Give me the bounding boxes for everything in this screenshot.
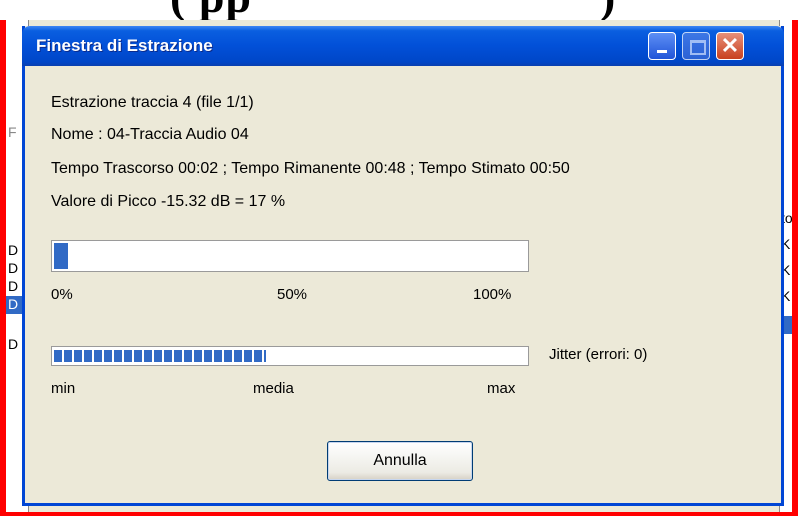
background-banner: ( pp ) [0, 0, 798, 20]
bg-fragment: F [8, 124, 17, 140]
progress-label-max: 100% [473, 286, 512, 303]
jitter-label-mid: media [253, 380, 294, 397]
bg-fragment: D [8, 242, 19, 258]
track-status: Estrazione traccia 4 (file 1/1) [51, 94, 254, 111]
close-icon: ✕ [720, 33, 740, 58]
banner-text-right: ) [600, 0, 616, 20]
maximize-button [682, 32, 710, 60]
banner-text: ( pp [170, 0, 252, 20]
dialog-title: Finestra di Estrazione [36, 36, 213, 55]
extraction-progress-bar [51, 240, 529, 272]
bg-fragment: D [8, 260, 19, 276]
track-name: Nome : 04-Traccia Audio 04 [51, 126, 249, 143]
peak-value: Valore di Picco -15.32 dB = 17 % [51, 193, 286, 210]
time-status: Tempo Trascorso 00:02 ; Tempo Rimanente … [51, 160, 570, 177]
title-bar[interactable]: Finestra di Estrazione ✕ [22, 26, 784, 66]
jitter-label-max: max [487, 380, 516, 397]
progress-label-mid: 50% [277, 286, 308, 303]
extraction-dialog: Finestra di Estrazione ✕ Estrazione trac… [22, 26, 784, 506]
jitter-fill [54, 350, 267, 362]
cancel-button[interactable]: Annulla [327, 441, 473, 481]
close-button[interactable]: ✕ [716, 32, 744, 60]
progress-fill [54, 243, 69, 269]
bg-fragment: D [8, 278, 19, 294]
bg-fragment: D [8, 336, 19, 352]
progress-label-min: 0% [51, 286, 73, 303]
bg-fragment: D [8, 296, 19, 312]
jitter-label-min: min [51, 380, 76, 397]
jitter-label: Jitter (errori: 0) [549, 346, 648, 363]
minimize-button[interactable] [648, 32, 676, 60]
jitter-bar [51, 346, 529, 366]
